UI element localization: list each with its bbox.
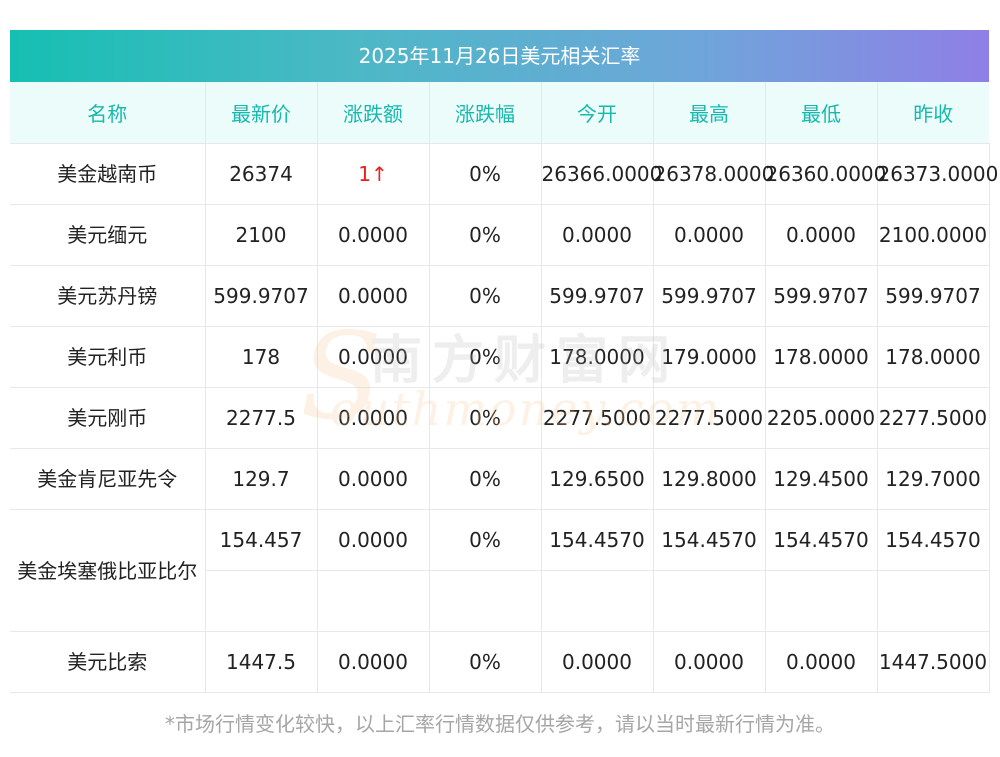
low-price: 129.4500 <box>765 448 878 510</box>
open-price: 178.0000 <box>541 326 654 388</box>
prev-close-value: 154.4570 <box>877 510 989 571</box>
open-price: 154.4570 <box>541 509 654 632</box>
latest-price: 2277.5 <box>205 387 318 449</box>
low-price: 178.0000 <box>765 326 878 388</box>
latest-price: 599.9707 <box>205 265 318 327</box>
change-amount: 1↑ <box>317 143 430 205</box>
open-price: 0.0000 <box>541 204 654 266</box>
header-change: 涨跌额 <box>317 82 430 144</box>
header-low: 最低 <box>765 82 878 144</box>
low-price: 0.0000 <box>765 204 878 266</box>
change-pct: 0% <box>429 326 542 388</box>
currency-name: 美金越南币 <box>10 143 206 205</box>
footnote: *市场行情变化较快，以上汇率行情数据仅供参考，请以当时最新行情为准。 <box>165 712 835 736</box>
header-latest: 最新价 <box>205 82 318 144</box>
low-price-value: 154.4570 <box>765 510 877 571</box>
latest-price: 26374 <box>205 143 318 205</box>
prev-close: 129.7000 <box>877 448 990 510</box>
low-price: 599.9707 <box>765 265 878 327</box>
high-price-value: 154.4570 <box>653 510 765 571</box>
header-pct: 涨跌幅 <box>429 82 542 144</box>
change-amount: 0.0000 <box>317 631 430 693</box>
table-title: 2025年11月26日美元相关汇率 <box>10 30 989 82</box>
latest-price: 129.7 <box>205 448 318 510</box>
low-price: 0.0000 <box>765 631 878 693</box>
open-price: 129.6500 <box>541 448 654 510</box>
high-price: 599.9707 <box>653 265 766 327</box>
high-price: 179.0000 <box>653 326 766 388</box>
open-price: 0.0000 <box>541 631 654 693</box>
high-price: 0.0000 <box>653 204 766 266</box>
prev-close: 2277.5000 <box>877 387 990 449</box>
change-pct: 0% <box>429 448 542 510</box>
change-amount: 0.0000 <box>317 265 430 327</box>
latest-price: 2100 <box>205 204 318 266</box>
change-amount: 0.0000 <box>317 509 430 632</box>
change-pct-value: 0% <box>429 510 541 571</box>
change-amount: 0.0000 <box>317 448 430 510</box>
high-price: 2277.5000 <box>653 387 766 449</box>
high-price: 154.4570 <box>653 509 766 632</box>
high-price: 129.8000 <box>653 448 766 510</box>
open-price-value: 154.4570 <box>541 510 653 571</box>
open-price: 2277.5000 <box>541 387 654 449</box>
currency-name: 美元苏丹镑 <box>10 265 206 327</box>
prev-close: 599.9707 <box>877 265 990 327</box>
currency-name: 美元利币 <box>10 326 206 388</box>
rate-table-card: 2025年11月26日美元相关汇率 名称 最新价 涨跌额 涨跌幅 今开 最高 最… <box>10 30 998 693</box>
table-row: 美元比索 1447.5 0.0000 0% 0.0000 0.0000 0.00… <box>10 631 990 693</box>
low-price: 26360.0000 <box>765 143 886 205</box>
change-pct: 0% <box>429 143 542 205</box>
change-amount: 0.0000 <box>317 387 430 449</box>
latest-price: 178 <box>205 326 318 388</box>
open-price: 26366.0000 <box>541 143 662 205</box>
table-row: 美金越南币 26374 1↑ 0% 26366.0000 26378.0000 … <box>10 143 998 205</box>
prev-close: 1447.5000 <box>877 631 990 693</box>
latest-price: 1447.5 <box>205 631 318 693</box>
table-row: 美元苏丹镑 599.9707 0.0000 0% 599.9707 599.97… <box>10 265 990 327</box>
currency-name: 美元缅元 <box>10 204 206 266</box>
header-row: 名称 最新价 涨跌额 涨跌幅 今开 最高 最低 昨收 <box>10 82 989 144</box>
prev-close: 2100.0000 <box>877 204 990 266</box>
table-row: 美金肯尼亚先令 129.7 0.0000 0% 129.6500 129.800… <box>10 448 990 510</box>
change-amount: 0.0000 <box>317 326 430 388</box>
table-row: 美元刚币 2277.5 0.0000 0% 2277.5000 2277.500… <box>10 387 990 449</box>
header-open: 今开 <box>541 82 654 144</box>
change-amount: 0.0000 <box>317 204 430 266</box>
change-pct: 0% <box>429 387 542 449</box>
high-price: 0.0000 <box>653 631 766 693</box>
header-name: 名称 <box>10 82 206 144</box>
rate-table: 名称 最新价 涨跌额 涨跌幅 今开 最高 最低 昨收 美金越南币 26374 1… <box>10 82 998 693</box>
change-amount-value: 0.0000 <box>317 510 429 571</box>
header-high: 最高 <box>653 82 766 144</box>
prev-close: 154.4570 <box>877 509 990 632</box>
header-prev: 昨收 <box>877 82 989 144</box>
table-row: 美元缅元 2100 0.0000 0% 0.0000 0.0000 0.0000… <box>10 204 990 266</box>
change-pct: 0% <box>429 631 542 693</box>
table-row: 美元利币 178 0.0000 0% 178.0000 179.0000 178… <box>10 326 990 388</box>
prev-close: 26373.0000 <box>877 143 998 205</box>
change-pct: 0% <box>429 509 542 632</box>
low-price: 154.4570 <box>765 509 878 632</box>
high-price: 26378.0000 <box>653 143 774 205</box>
low-price: 2205.0000 <box>765 387 878 449</box>
table-row: 美金埃塞俄比亚比尔 154.457 0.0000 0% 154.4570 154… <box>10 509 990 632</box>
change-pct: 0% <box>429 204 542 266</box>
latest-price: 154.457 <box>205 509 318 632</box>
currency-name: 美金肯尼亚先令 <box>10 448 206 510</box>
latest-price-value: 154.457 <box>205 510 317 571</box>
currency-name: 美金埃塞俄比亚比尔 <box>10 509 206 632</box>
prev-close: 178.0000 <box>877 326 990 388</box>
change-pct: 0% <box>429 265 542 327</box>
currency-name: 美元比索 <box>10 631 206 693</box>
open-price: 599.9707 <box>541 265 654 327</box>
currency-name: 美元刚币 <box>10 387 206 449</box>
